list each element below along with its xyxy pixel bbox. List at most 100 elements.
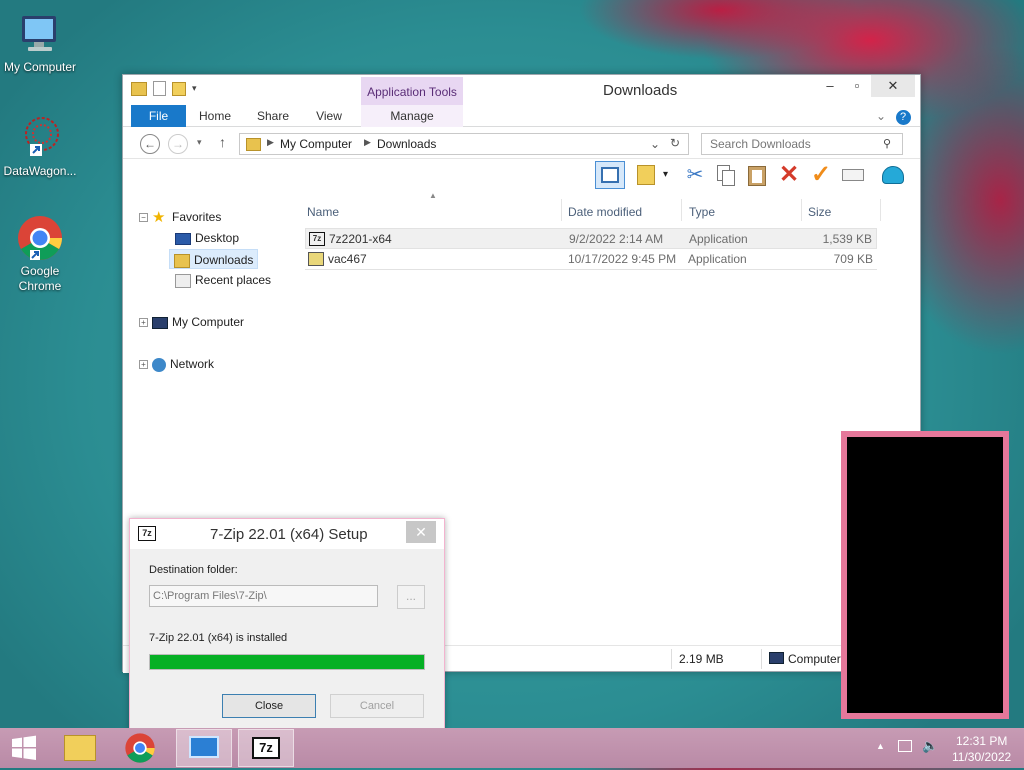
file-name: vac467 — [328, 252, 367, 266]
close-button[interactable]: ✕ — [871, 75, 915, 97]
tab-home[interactable]: Home — [193, 105, 237, 127]
volume-icon[interactable]: 🔈 — [922, 738, 938, 754]
up-button[interactable]: ↑ — [219, 134, 226, 150]
chevron-down-icon[interactable]: ▾ — [192, 83, 197, 94]
show-hidden-icons-icon[interactable]: ▲ — [876, 741, 885, 751]
file-size: 1,539 KB — [822, 232, 872, 246]
tab-manage[interactable]: Manage — [361, 105, 463, 127]
expand-icon[interactable]: + — [139, 360, 148, 370]
install-status-text: 7-Zip 22.01 (x64) is installed — [149, 632, 288, 644]
nav-favorites[interactable]: − ★ Favorites — [139, 207, 221, 227]
title-bar[interactable]: ▾ Application Tools Downloads – ▫ ✕ — [123, 75, 920, 105]
paste-icon[interactable] — [745, 163, 769, 187]
cancel-button[interactable]: Cancel — [330, 694, 424, 718]
network-icon — [152, 357, 166, 372]
ribbon-tabs: File Home Share View Manage ⌄ ? — [123, 105, 920, 127]
folder-icon[interactable] — [131, 81, 147, 96]
taskbar-7zip-setup[interactable]: 7z — [238, 729, 294, 767]
nav-recent-places[interactable]: Recent places — [171, 270, 275, 290]
chevron-down-icon[interactable]: ▾ — [663, 163, 675, 187]
maximize-button[interactable]: ▫ — [844, 75, 870, 97]
expand-ribbon-icon[interactable]: ⌄ — [873, 105, 889, 127]
dialog-title-bar[interactable]: 7z 7-Zip 22.01 (x64) Setup ✕ — [130, 519, 444, 549]
taskbar-file-explorer[interactable] — [52, 729, 108, 767]
delete-icon[interactable]: ✕ — [777, 163, 801, 187]
clock-date[interactable]: 11/30/2022 — [952, 750, 1011, 764]
destination-folder-input[interactable]: C:\Program Files\7-Zip\ — [149, 585, 378, 607]
address-bar[interactable]: ▶ My Computer ▶ Downloads ⌄ ↻ — [239, 133, 689, 155]
address-row: ← → ▾ ↑ ▶ My Computer ▶ Downloads ⌄ ↻ Se… — [123, 127, 920, 159]
command-toolbar: ▾ ✂ ✕ ✓ — [123, 159, 920, 191]
file-date: 10/17/2022 9:45 PM — [568, 252, 677, 266]
browse-button[interactable]: ... — [397, 585, 425, 609]
preview-pane-icon[interactable] — [595, 161, 625, 189]
search-icon[interactable]: ⚲ — [883, 137, 891, 150]
close-button[interactable]: Close — [222, 694, 316, 718]
column-header-name[interactable]: Name — [307, 201, 339, 223]
chrome-icon — [125, 733, 155, 763]
back-button[interactable]: ← — [140, 134, 160, 154]
taskbar-remote-desktop[interactable] — [176, 729, 232, 767]
notification-area: ▲ 🔈 12:31 PM 11/30/2022 — [870, 728, 1024, 768]
file-type: Application — [688, 252, 747, 266]
video-preview-window[interactable] — [841, 431, 1009, 719]
column-header-type[interactable]: Type — [689, 201, 715, 223]
refresh-icon[interactable]: ↻ — [670, 136, 680, 150]
column-header-date[interactable]: Date modified — [568, 201, 642, 223]
breadcrumb-my-computer[interactable]: My Computer — [280, 137, 352, 151]
copy-icon[interactable] — [713, 163, 737, 187]
rename-icon[interactable] — [841, 163, 865, 187]
cut-icon[interactable]: ✂ — [683, 163, 707, 187]
tab-view[interactable]: View — [309, 105, 349, 127]
recent-places-icon — [175, 273, 191, 288]
file-explorer-icon — [64, 735, 96, 761]
forward-button[interactable]: → — [168, 134, 188, 154]
application-tools-label: Application Tools — [361, 77, 463, 105]
nav-downloads[interactable]: Downloads — [169, 249, 259, 269]
new-folder-icon[interactable] — [172, 81, 186, 96]
desktop-icon-chrome[interactable]: Google Chrome — [0, 214, 80, 294]
breadcrumb-separator-icon: ▶ — [364, 137, 371, 147]
dialog-title: 7-Zip 22.01 (x64) Setup — [210, 526, 368, 543]
tab-file[interactable]: File — [131, 105, 186, 127]
column-separator[interactable] — [561, 199, 562, 221]
table-row[interactable]: vac467 10/17/2022 9:45 PM Application 70… — [305, 249, 877, 270]
desktop-icon-my-computer[interactable]: My Computer — [0, 10, 80, 75]
nav-desktop[interactable]: Desktop — [171, 228, 243, 248]
desktop-icon-datawagon[interactable]: DataWagon... — [0, 114, 80, 179]
recent-locations-icon[interactable]: ▾ — [197, 137, 202, 148]
address-dropdown-icon[interactable]: ⌄ — [650, 137, 660, 151]
start-button[interactable] — [0, 729, 48, 767]
properties-icon[interactable] — [153, 81, 166, 96]
collapse-icon[interactable]: − — [139, 213, 148, 223]
checklist-icon[interactable] — [635, 163, 659, 187]
expand-icon[interactable]: + — [139, 318, 148, 328]
help-icon[interactable]: ? — [895, 105, 911, 127]
star-icon: ★ — [152, 208, 166, 226]
shell-icon[interactable] — [881, 163, 905, 187]
search-input[interactable]: Search Downloads — [701, 133, 903, 155]
file-name: 7z2201-x64 — [329, 232, 392, 246]
computer-icon — [16, 10, 64, 58]
column-separator[interactable] — [880, 199, 881, 221]
nav-network[interactable]: + Network — [139, 354, 214, 374]
tab-share[interactable]: Share — [251, 105, 295, 127]
file-date: 9/2/2022 2:14 AM — [569, 232, 664, 246]
column-header-size[interactable]: Size — [808, 201, 831, 223]
taskbar-chrome[interactable] — [112, 729, 168, 767]
setup-dialog[interactable]: 7z 7-Zip 22.01 (x64) Setup ✕ Destination… — [129, 518, 445, 740]
7zip-taskbar-icon: 7z — [252, 737, 280, 759]
quick-access-toolbar: ▾ — [131, 81, 197, 96]
column-separator[interactable] — [681, 199, 682, 221]
close-icon[interactable]: ✕ — [406, 521, 436, 543]
minimize-button[interactable]: – — [817, 75, 843, 97]
breadcrumb-downloads[interactable]: Downloads — [377, 137, 436, 151]
column-separator[interactable] — [801, 199, 802, 221]
downloads-folder-icon — [174, 253, 190, 268]
clock-time[interactable]: 12:31 PM — [956, 734, 1007, 748]
nav-my-computer[interactable]: + My Computer — [139, 312, 244, 332]
network-tray-icon[interactable] — [898, 740, 912, 752]
remote-desktop-icon — [189, 736, 219, 758]
check-icon[interactable]: ✓ — [809, 163, 833, 187]
table-row[interactable]: 7z 7z2201-x64 9/2/2022 2:14 AM Applicati… — [305, 228, 877, 249]
